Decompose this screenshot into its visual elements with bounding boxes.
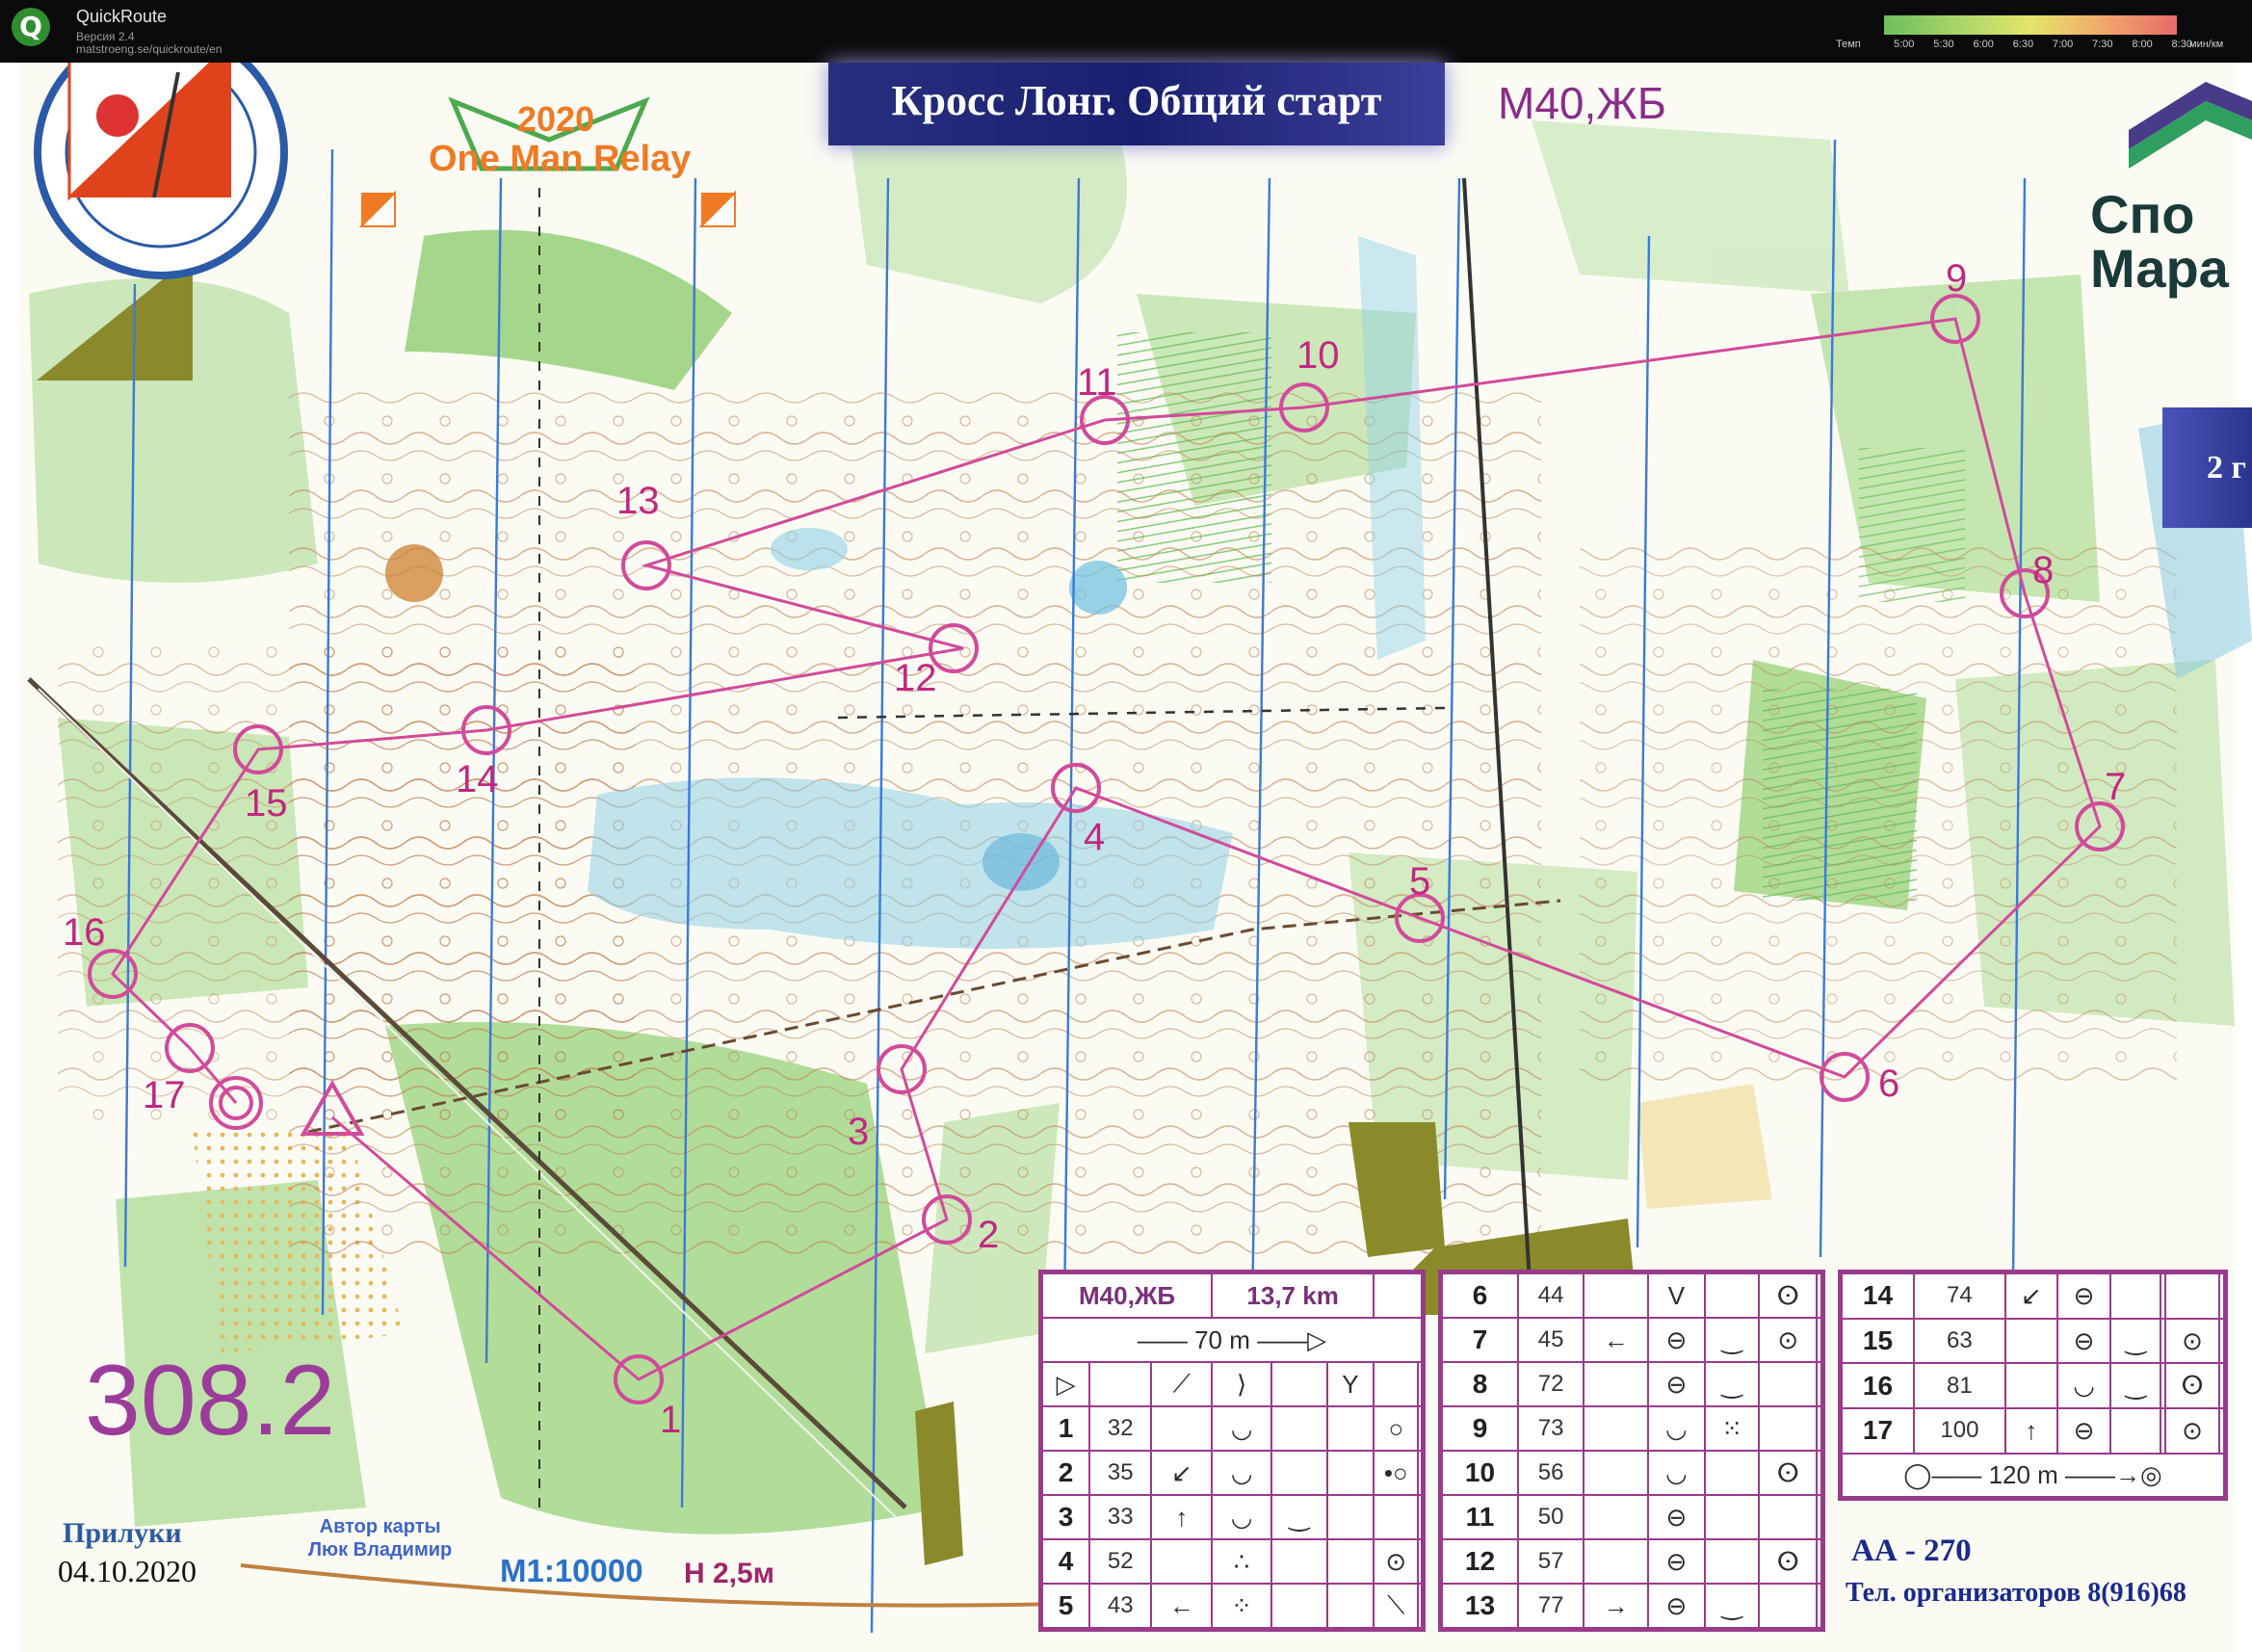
control-label: 7 bbox=[2105, 766, 2126, 808]
control-label: 11 bbox=[1077, 361, 1117, 404]
cd-row: 8 72 ⊖ ‿ bbox=[1441, 1361, 1822, 1407]
control-label: 4 bbox=[1084, 816, 1105, 858]
control-label: 9 bbox=[1946, 257, 1967, 300]
app-title: QuickRoute bbox=[76, 7, 168, 26]
event-place: Прилуки bbox=[63, 1517, 182, 1549]
arrow-right-icon: ——▷ bbox=[1249, 1324, 1327, 1354]
sponsor-name: Спо Мара bbox=[2090, 184, 2229, 299]
contour-interval: Н 2,5м bbox=[684, 1558, 774, 1589]
app-version-info: Версия 2.4 matstroeng.se/quickroute/en bbox=[76, 31, 222, 56]
cd-row: 4 52 ∴ ⊙ bbox=[1040, 1538, 1423, 1585]
pace-tick: 5:00 bbox=[1894, 39, 1915, 50]
pace-tick-labels: 5:00 5:30 6:00 6:30 7:00 7:30 8:00 8:30 bbox=[1894, 39, 2192, 50]
cd-row: 3 33 ↑ ◡ ‿ bbox=[1040, 1494, 1423, 1540]
route-distance-number: 308.2 bbox=[85, 1345, 336, 1456]
control-label: 1 bbox=[660, 1399, 681, 1441]
cd-row: 5 43 ← ⁘ ⟍ bbox=[1040, 1583, 1423, 1629]
pace-color-scale bbox=[1884, 15, 2177, 35]
app-titlebar: Q QuickRoute Версия 2.4 matstroeng.se/qu… bbox=[0, 0, 2252, 63]
pace-tick: 6:30 bbox=[2012, 39, 2034, 50]
cd-sym: ⟋ bbox=[1150, 1361, 1214, 1407]
control-description-sheet-1: М40,ЖБ 13,7 km —— 70 m ——▷ ▷ ⟋ ⟩ Y 1 32 ◡ ○ … bbox=[1038, 1270, 1426, 1632]
control-description-sheet-3: 14 74 ↙ ⊖ 15 63 ⊖ ‿ ⊙ 16 81 ◡ ‿ ⵙ 17 100 ↑ ⊖ ⊙ ◯—— … bbox=[1838, 1270, 2228, 1501]
pace-unit: мин/км bbox=[2189, 39, 2224, 50]
app-url: matstroeng.se/quickroute/en bbox=[76, 42, 223, 56]
arrow-right-icon: ——→◎ bbox=[2057, 1459, 2162, 1489]
map-author: Автор карты Люк Владимир bbox=[308, 1516, 453, 1560]
control-label: 14 bbox=[456, 758, 499, 800]
cd-row: 13 77 → ⊖ ‿ bbox=[1441, 1583, 1822, 1629]
pace-label: Темп bbox=[1836, 39, 1861, 50]
cd-row: 12 57 ⊖ ⵙ bbox=[1441, 1538, 1822, 1585]
control-label: 15 bbox=[245, 782, 288, 825]
control-label: 10 bbox=[1296, 334, 1340, 377]
club-emblem-logo bbox=[34, 63, 288, 279]
quickroute-logo-icon: Q bbox=[12, 8, 50, 46]
cd-row: 1 32 ◡ ○ bbox=[1040, 1405, 1423, 1452]
contour-lines-east bbox=[1580, 544, 2177, 1084]
pace-tick: 8:00 bbox=[2132, 39, 2153, 50]
class-label: М40,ЖБ bbox=[1498, 78, 1666, 128]
cd-finish-leg: ◯—— 120 m ——→◎ bbox=[1841, 1452, 2225, 1499]
cd-start-leg-length: 70 m bbox=[1194, 1324, 1250, 1354]
control-label: 6 bbox=[1878, 1062, 1899, 1105]
control-label: 12 bbox=[894, 657, 937, 699]
cd-sym: Y bbox=[1325, 1361, 1375, 1407]
pace-tick: 7:30 bbox=[2092, 39, 2113, 50]
event-date: 04.10.2020 bbox=[58, 1554, 196, 1588]
cd-class: М40,ЖБ bbox=[1040, 1272, 1214, 1319]
pace-tick: 5:30 bbox=[1933, 39, 1954, 50]
pace-tick: 6:00 bbox=[1973, 39, 1994, 50]
control-label: 2 bbox=[978, 1214, 999, 1256]
relay-name: One Man Relay bbox=[429, 139, 692, 179]
finish-circle-icon: ◯—— bbox=[1903, 1459, 1989, 1489]
cd-row: 10 56 ◡ ⵙ bbox=[1441, 1450, 1822, 1496]
cd-row: 6 44 Vⵙ bbox=[1441, 1272, 1822, 1319]
cd-length: 13,7 km bbox=[1211, 1272, 1375, 1319]
cd-row: 2 35 ↙ ◡ •○ bbox=[1040, 1450, 1423, 1496]
course-code: АА - 270 bbox=[1851, 1534, 1972, 1568]
control-label: 16 bbox=[63, 911, 106, 954]
cd-row: 17 100 ↑ ⊖ ⊙ bbox=[1841, 1407, 2225, 1455]
cd-row: 15 63 ⊖ ‿ ⊙ bbox=[1841, 1317, 2225, 1365]
control-description-sheet-2: 6 44 Vⵙ 7 45 ← ⊖ ‿ ⊙ 8 72 ⊖ ‿ 9 73 ◡ ⁙ 10 56 ◡ ⵙ 11… bbox=[1438, 1270, 1825, 1632]
contour-lines-west bbox=[58, 641, 636, 1122]
cd-start-leg: —— 70 m ——▷ bbox=[1041, 1317, 1423, 1363]
start-triangle-icon: ▷ bbox=[1040, 1361, 1091, 1407]
control-label: 5 bbox=[1409, 860, 1430, 903]
map-scale: М1:10000 bbox=[500, 1553, 643, 1588]
control-label: 13 bbox=[616, 480, 660, 522]
cd-row: 16 81 ◡ ‿ ⵙ bbox=[1841, 1362, 2225, 1410]
cd-row: 9 73 ◡ ⁙ bbox=[1441, 1405, 1822, 1452]
map-title-banner: Кросс Лонг. Общий старт bbox=[828, 63, 1445, 145]
cd-row: 14 74 ↙ ⊖ bbox=[1841, 1272, 2225, 1320]
relay-year: 2020 bbox=[517, 99, 595, 139]
organizer-phone: Тел. организаторов 8(916)68 bbox=[1846, 1578, 2187, 1608]
cd-sym: ⟩ bbox=[1211, 1361, 1273, 1407]
cd-row: 7 45 ← ⊖ ‿ ⊙ bbox=[1441, 1317, 1822, 1363]
dashed-arrow-icon: —— bbox=[1137, 1324, 1195, 1354]
cd-row: 11 50 ⊖ bbox=[1441, 1494, 1822, 1540]
control-label: 8 bbox=[2032, 549, 2054, 591]
control-label: 3 bbox=[848, 1111, 869, 1153]
cd-finish-leg-length: 120 m bbox=[1988, 1459, 2058, 1489]
pace-tick: 7:00 bbox=[2052, 39, 2074, 50]
control-label: 17 bbox=[143, 1074, 186, 1116]
right-edge-tag: 2 г bbox=[2162, 407, 2252, 528]
